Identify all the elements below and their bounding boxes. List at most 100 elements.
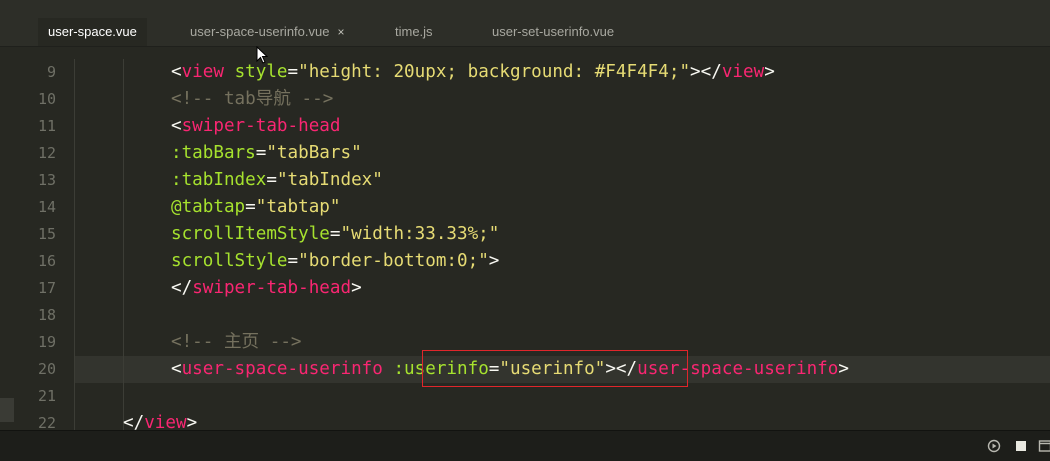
code-token xyxy=(224,62,235,82)
indent-guide xyxy=(74,248,75,275)
code-line[interactable]: 20<user-space-userinfo :userinfo="userin… xyxy=(0,356,1050,383)
code-token: > xyxy=(187,413,198,430)
code-line[interactable]: 10 <!-- tab导航 --> xyxy=(0,86,1050,113)
line-number: 12 xyxy=(0,140,56,167)
indent-guide xyxy=(74,86,75,113)
code-token: user-space-userinfo xyxy=(637,359,838,379)
code-token: "border-bottom:0;" xyxy=(298,251,489,271)
code-token: > xyxy=(764,62,775,82)
tab-user-space-userinfo-vue[interactable]: user-space-userinfo.vue × xyxy=(180,18,354,46)
indent-guide xyxy=(123,383,124,410)
code-text: <!-- 主页 --> xyxy=(171,329,302,356)
code-token: > xyxy=(489,251,500,271)
scroll-marker xyxy=(0,398,14,422)
code-token: scrollStyle xyxy=(171,251,288,271)
code-token: > xyxy=(351,278,362,298)
stop-icon[interactable] xyxy=(1014,439,1028,453)
indent-guide xyxy=(74,113,75,140)
code-token: </ xyxy=(123,413,144,430)
code-text: :tabBars="tabBars" xyxy=(171,140,362,167)
line-number: 17 xyxy=(0,275,56,302)
code-line[interactable]: 13:tabIndex="tabIndex" xyxy=(0,167,1050,194)
code-token: = xyxy=(256,143,267,163)
code-editor[interactable]: 9 <view style="height: 20upx; background:… xyxy=(0,59,1050,430)
code-token: = xyxy=(288,62,299,82)
code-token: = xyxy=(245,197,256,217)
code-token: <!-- 主页 --> xyxy=(171,332,302,352)
indent-guide xyxy=(123,194,124,221)
line-number: 18 xyxy=(0,302,56,329)
code-text: <!-- tab导航 --> xyxy=(171,86,333,113)
code-token: "width:33.33%;" xyxy=(340,224,499,244)
code-line[interactable]: 12 :tabBars="tabBars" xyxy=(0,140,1050,167)
code-text: <view style="height: 20upx; background: … xyxy=(171,59,775,86)
indent-guide xyxy=(123,302,124,329)
close-icon[interactable]: × xyxy=(337,25,344,39)
code-line[interactable]: 18 xyxy=(0,302,1050,329)
code-token: view xyxy=(144,413,186,430)
code-token: "tabBars" xyxy=(266,143,361,163)
indent-guide xyxy=(74,194,75,221)
code-token: = xyxy=(489,359,500,379)
tab-label: user-space-userinfo.vue xyxy=(190,24,329,39)
code-line[interactable]: 19 <!-- 主页 --> xyxy=(0,329,1050,356)
code-text: @tabtap="tabtap" xyxy=(171,194,341,221)
tab-bar: user-space.vue user-space-userinfo.vue× … xyxy=(0,0,1050,47)
code-text: scrollItemStyle="width:33.33%;" xyxy=(171,221,499,248)
line-number: 9 xyxy=(0,59,56,86)
indent-guide xyxy=(74,275,75,302)
indent-guide xyxy=(123,59,124,86)
indent-guide xyxy=(123,167,124,194)
run-icon[interactable] xyxy=(987,439,1001,453)
code-token: :tabBars xyxy=(171,143,256,163)
code-line[interactable]: 22</view> xyxy=(0,410,1050,430)
window-icon[interactable] xyxy=(1038,439,1050,453)
tab-user-set-userinfo-vue[interactable]: user-set-userinfo.vue xyxy=(482,18,624,46)
code-token: ></ xyxy=(605,359,637,379)
code-line[interactable]: 17 </swiper-tab-head> xyxy=(0,275,1050,302)
code-line[interactable]: 9 <view style="height: 20upx; background:… xyxy=(0,59,1050,86)
line-number: 10 xyxy=(0,86,56,113)
code-text: <swiper-tab-head xyxy=(171,113,340,140)
line-number: 19 xyxy=(0,329,56,356)
code-token: > xyxy=(838,359,849,379)
code-token: scrollItemStyle xyxy=(171,224,330,244)
tab-label: time.js xyxy=(395,24,433,39)
code-token: "tabIndex" xyxy=(277,170,383,190)
indent-guide xyxy=(74,221,75,248)
code-token: view xyxy=(722,62,764,82)
line-number: 11 xyxy=(0,113,56,140)
code-line[interactable]: 21 xyxy=(0,383,1050,410)
code-token: swiper-tab-head xyxy=(182,116,341,136)
tab-user-space-vue[interactable]: user-space.vue xyxy=(38,18,147,46)
code-token: :tabIndex xyxy=(171,170,266,190)
code-line[interactable]: 11 <swiper-tab-head xyxy=(0,113,1050,140)
code-text: </view> xyxy=(123,410,197,430)
code-token: :userinfo xyxy=(393,359,488,379)
indent-guide xyxy=(123,356,124,383)
code-token: view xyxy=(182,62,224,82)
line-number: 14 xyxy=(0,194,56,221)
code-line[interactable]: 14 @tabtap="tabtap" xyxy=(0,194,1050,221)
code-token: style xyxy=(235,62,288,82)
code-token: </ xyxy=(171,278,192,298)
indent-guide xyxy=(74,302,75,329)
code-token: "tabtap" xyxy=(256,197,341,217)
indent-guide xyxy=(123,221,124,248)
indent-guide xyxy=(123,113,124,140)
code-token xyxy=(383,359,394,379)
tab-label: user-space.vue xyxy=(48,24,137,39)
indent-guide xyxy=(123,275,124,302)
code-token: = xyxy=(266,170,277,190)
code-token: < xyxy=(171,116,182,136)
code-token: = xyxy=(288,251,299,271)
code-text: :tabIndex="tabIndex" xyxy=(171,167,383,194)
code-token: = xyxy=(330,224,341,244)
code-text: </swiper-tab-head> xyxy=(171,275,362,302)
code-token: @tabtap xyxy=(171,197,245,217)
indent-guide xyxy=(123,140,124,167)
indent-guide xyxy=(74,140,75,167)
code-line[interactable]: 15scrollItemStyle="width:33.33%;" xyxy=(0,221,1050,248)
code-line[interactable]: 16scrollStyle="border-bottom:0;"> xyxy=(0,248,1050,275)
tab-time-js[interactable]: time.js xyxy=(385,18,443,46)
